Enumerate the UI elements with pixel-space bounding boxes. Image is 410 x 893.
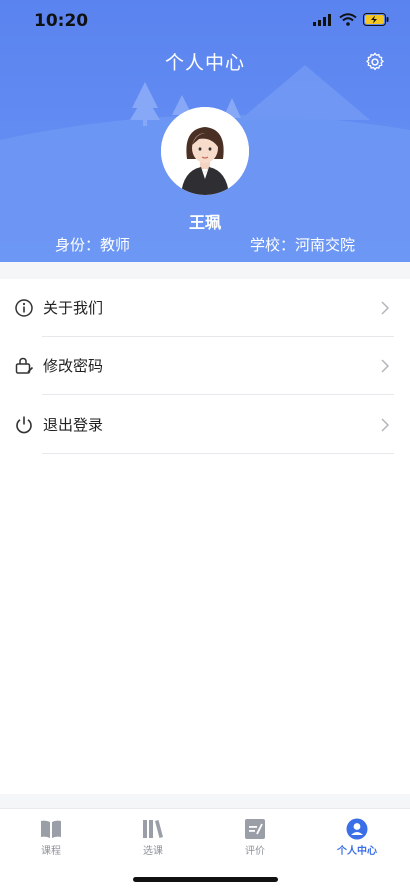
divider [42, 394, 394, 395]
tab-evaluation[interactable]: 评价 [204, 809, 306, 859]
tab-label: 评价 [245, 846, 265, 857]
menu-item-label: 关于我们 [43, 299, 104, 317]
power-icon [16, 416, 32, 434]
tab-label: 选课 [143, 846, 163, 857]
menu-item-logout[interactable]: 退出登录 [0, 396, 410, 454]
tab-profile[interactable]: 个人中心 [306, 809, 408, 859]
gear-icon [366, 52, 384, 71]
user-name: 王珮 [188, 213, 221, 232]
tab-select-courses[interactable]: 选课 [102, 809, 204, 859]
school-text: 学校：河南交院 [249, 236, 355, 254]
chevron-right-icon [381, 301, 390, 315]
tab-courses[interactable]: 课程 [0, 809, 102, 859]
info-icon [15, 299, 33, 317]
chevron-right-icon [381, 359, 390, 373]
book-icon [41, 820, 61, 838]
home-indicator [133, 877, 278, 882]
menu-item-about[interactable]: 关于我们 [0, 279, 410, 337]
settings-button[interactable] [364, 51, 386, 73]
books-icon [143, 820, 163, 838]
wifi-icon [339, 13, 357, 26]
tab-label: 个人中心 [337, 846, 377, 857]
signal-icon [313, 13, 331, 26]
menu-item-label: 退出登录 [43, 416, 104, 434]
page-title: 个人中心 [164, 52, 245, 74]
status-icons [313, 13, 390, 26]
lock-edit-icon [15, 357, 34, 374]
tab-label: 课程 [41, 846, 61, 857]
divider [42, 453, 394, 454]
menu-item-label: 修改密码 [43, 357, 104, 375]
battery-icon [363, 13, 389, 26]
role-text: 身份：教师 [55, 236, 131, 254]
avatar-image [161, 107, 249, 195]
menu-list: 关于我们 修改密码 退出登录 [0, 279, 410, 794]
chevron-right-icon [381, 418, 390, 432]
edit-note-icon [245, 819, 265, 839]
avatar[interactable] [161, 107, 249, 195]
user-icon [346, 818, 368, 840]
menu-item-change-password[interactable]: 修改密码 [0, 337, 410, 395]
status-time: 10:20 [34, 11, 89, 31]
status-bar: 10:20 [0, 0, 410, 44]
